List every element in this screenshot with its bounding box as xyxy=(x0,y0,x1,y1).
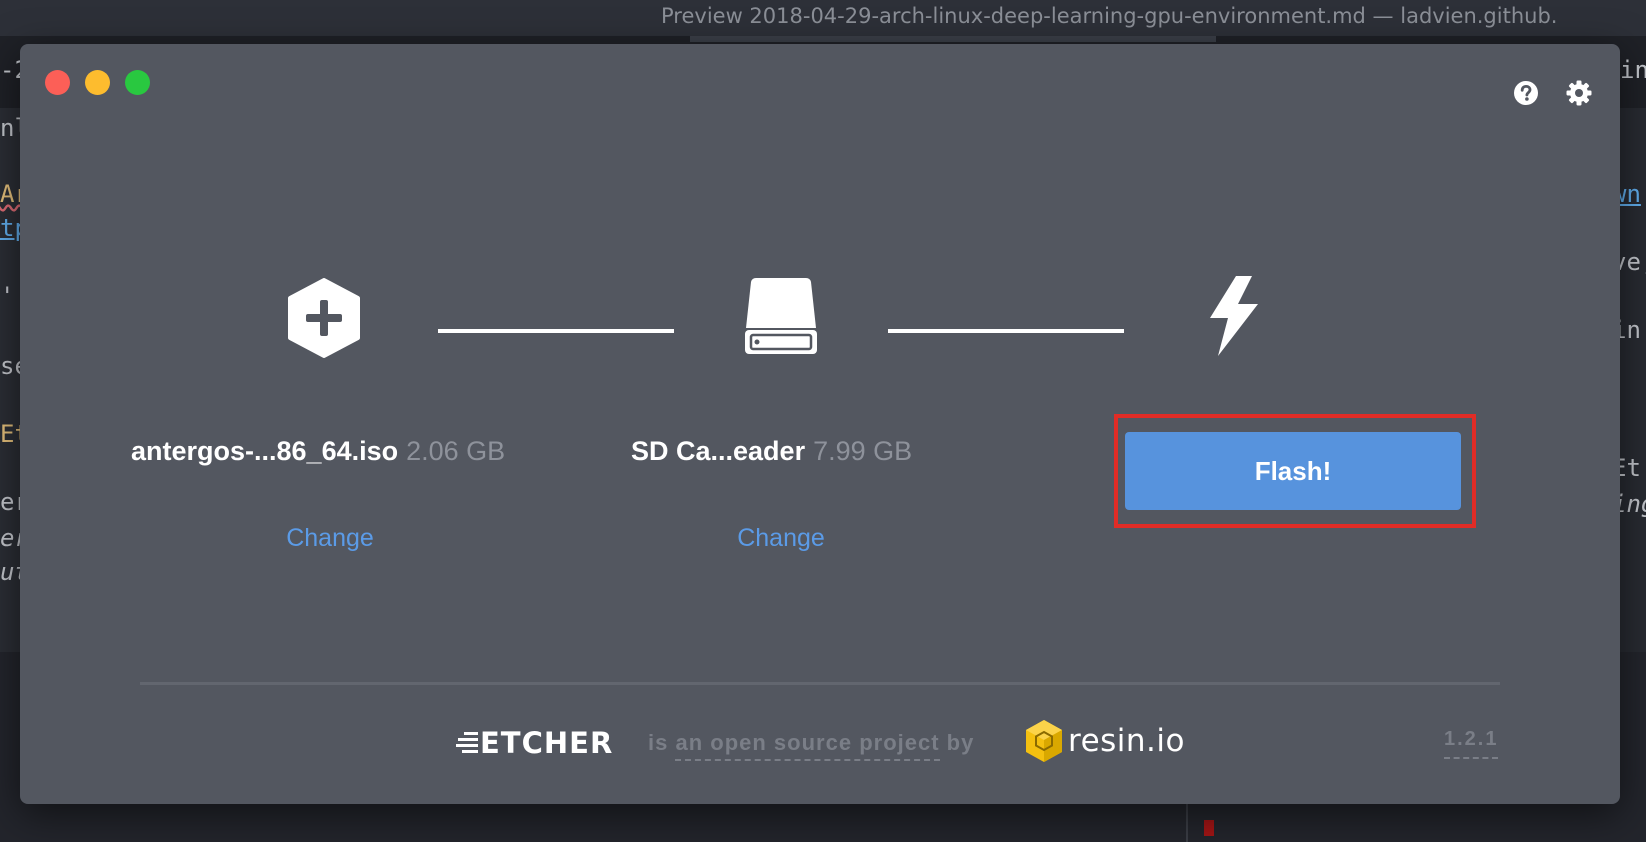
resin-cube-icon xyxy=(1026,720,1062,762)
footer-credit-text: is an open source project by xyxy=(648,730,975,761)
selected-drive-label: SD Ca...eader 7.99 GB xyxy=(631,436,912,470)
drive-size: 7.99 GB xyxy=(813,436,913,466)
footer-text-prefix: is xyxy=(648,730,669,755)
resin-logo[interactable]: resin.io xyxy=(1024,718,1185,764)
step-connector xyxy=(438,329,674,333)
background-window-title: Preview 2018-04-29-arch-linux-deep-learn… xyxy=(661,4,1558,28)
window-close-button[interactable] xyxy=(45,70,70,95)
footer-divider xyxy=(140,682,1500,685)
background-cursor xyxy=(1204,820,1214,836)
window-minimize-button[interactable] xyxy=(85,70,110,95)
lightning-bolt-icon xyxy=(1206,276,1260,361)
background-active-tab[interactable] xyxy=(690,36,1216,42)
etcher-logo[interactable]: ETCHER xyxy=(456,726,613,760)
step-connector xyxy=(888,329,1124,333)
window-maximize-button[interactable] xyxy=(125,70,150,95)
gear-icon[interactable] xyxy=(1564,78,1594,108)
etcher-speed-lines-icon xyxy=(456,732,478,753)
drive-icon[interactable] xyxy=(744,276,818,361)
change-image-link[interactable]: Change xyxy=(230,524,430,553)
change-drive-link[interactable]: Change xyxy=(681,524,881,553)
add-image-hexagon-icon[interactable] xyxy=(286,278,362,363)
flash-button[interactable]: Flash! xyxy=(1125,432,1461,510)
etcher-window: antergos-...86_64.iso 2.06 GB SD Ca...ead… xyxy=(20,44,1620,804)
drive-name: SD Ca...eader xyxy=(631,436,806,466)
image-size: 2.06 GB xyxy=(406,436,506,466)
image-filename: antergos-...86_64.iso xyxy=(131,436,399,466)
footer-text-suffix: by xyxy=(946,730,975,755)
background-cursor-line xyxy=(1186,804,1188,842)
selected-image-label: antergos-...86_64.iso 2.06 GB xyxy=(131,436,505,470)
resin-logo-text: resin.io xyxy=(1068,723,1185,759)
version-label[interactable]: 1.2.1 xyxy=(1444,728,1499,759)
etcher-logo-text: ETCHER xyxy=(480,726,614,760)
open-source-link[interactable]: an open source project xyxy=(675,730,940,761)
help-icon[interactable] xyxy=(1511,78,1541,108)
background-tab-fragment[interactable]: in xyxy=(1620,56,1646,84)
